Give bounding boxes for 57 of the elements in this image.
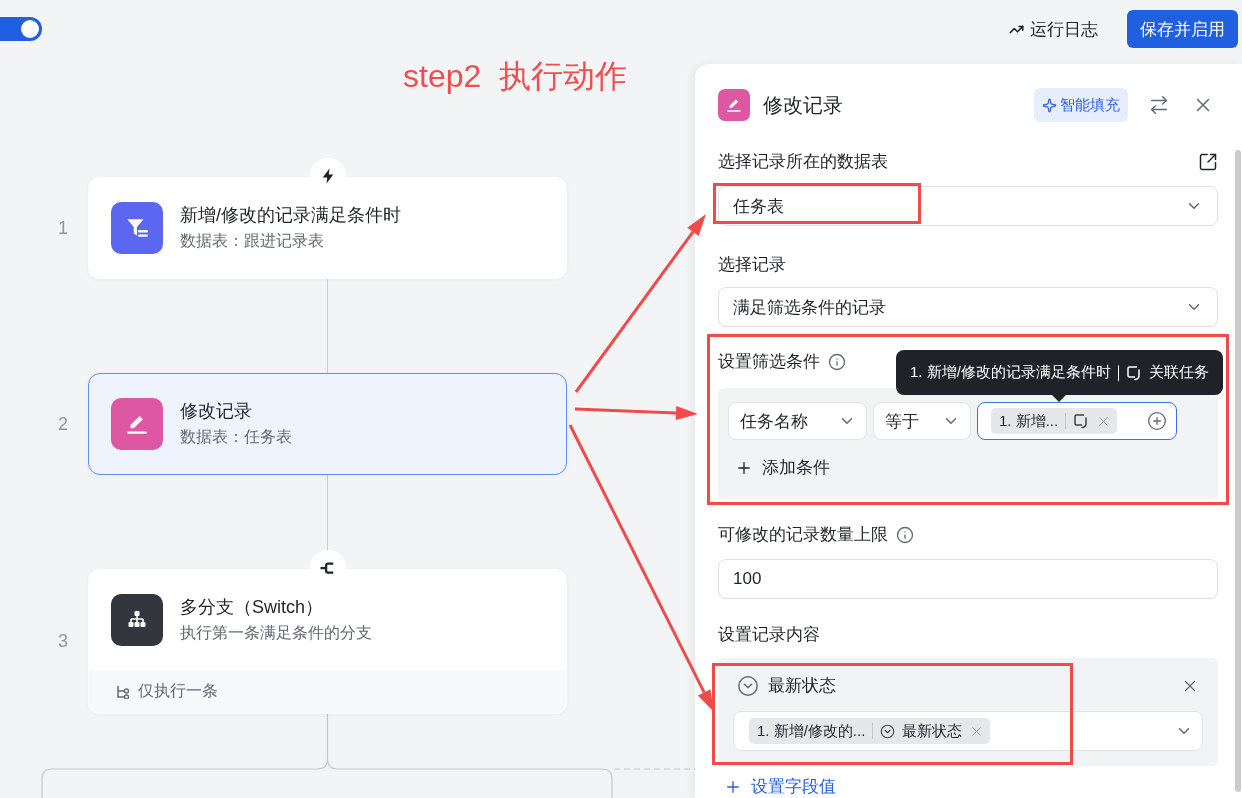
field-value-select[interactable]: 1. 新增/修改的... 最新状态 xyxy=(733,711,1203,751)
pencil-icon xyxy=(718,89,750,121)
filter-icon xyxy=(111,202,163,254)
save-enable-button[interactable]: 保存并启用 xyxy=(1127,10,1238,48)
step-card[interactable]: 新增/修改的记录满足条件时 数据表：跟进记录表 xyxy=(88,177,567,279)
step-title: 修改记录 xyxy=(180,400,253,423)
condition-field-select[interactable]: 任务名称 xyxy=(728,402,867,440)
step-card[interactable]: 修改记录 数据表：任务表 xyxy=(88,373,567,475)
circle-chevron-icon xyxy=(880,723,896,739)
enable-switch[interactable] xyxy=(0,17,42,41)
field-label: 选择记录 xyxy=(718,254,786,276)
panel-title: 修改记录 xyxy=(763,92,843,118)
step-subtitle: 执行第一条满足条件的分支 xyxy=(180,623,372,643)
field-label: 设置记录内容 xyxy=(718,624,820,646)
table-select[interactable]: 任务表 xyxy=(718,186,1218,226)
footer-label: 仅执行一条 xyxy=(138,681,218,701)
plus-icon xyxy=(724,778,742,796)
add-circle-icon[interactable] xyxy=(1147,411,1167,431)
link-icon xyxy=(1125,364,1142,381)
field-label: 设置筛选条件 xyxy=(718,351,820,373)
step-subtitle: 数据表：任务表 xyxy=(180,427,292,447)
sitemap-icon xyxy=(111,594,163,646)
tag-text: 最新状态 xyxy=(902,721,963,741)
link-icon xyxy=(1073,413,1090,429)
add-condition-button[interactable]: 添加条件 xyxy=(728,456,830,480)
step-number: 3 xyxy=(58,631,68,652)
annotation-title: step2 执行动作 xyxy=(403,58,628,94)
scrollbar-thumb[interactable] xyxy=(1235,150,1241,792)
step-subtitle: 数据表：跟进记录表 xyxy=(180,231,325,251)
field-label: 选择记录所在的数据表 xyxy=(718,151,888,173)
add-field-value-button[interactable]: 设置字段值 xyxy=(718,778,836,796)
step-number: 1 xyxy=(58,217,68,239)
tooltip-text: 关联任务 xyxy=(1148,363,1209,382)
condition-value-field[interactable]: 1. 新增... xyxy=(977,402,1177,440)
pencil-icon xyxy=(111,398,163,450)
info-icon[interactable] xyxy=(896,526,914,544)
condition-operator-select[interactable]: 等于 xyxy=(873,402,971,440)
step-card[interactable]: 多分支（Switch） 执行第一条满足条件的分支 仅执行一条 xyxy=(88,569,567,714)
step-title: 多分支（Switch） xyxy=(180,596,324,619)
branch-icon xyxy=(116,684,130,699)
run-log-button[interactable]: 运行日志 xyxy=(1009,17,1098,41)
tooltip-text: 1. 新增/修改的记录满足条件时 xyxy=(910,363,1111,382)
field-name: 最新状态 xyxy=(768,675,836,697)
smart-fill-button[interactable]: 智能填充 xyxy=(1034,88,1128,122)
field-label: 可修改的记录数量上限 xyxy=(718,524,888,546)
record-select[interactable]: 满足筛选条件的记录 xyxy=(718,287,1218,327)
tag-text: 1. 新增... xyxy=(999,411,1059,431)
plus-icon xyxy=(735,459,753,477)
sparkle-icon xyxy=(1042,97,1057,113)
step-number: 2 xyxy=(58,413,68,435)
swap-icon[interactable] xyxy=(1148,94,1170,116)
info-icon[interactable] xyxy=(828,353,846,371)
tag-text: 1. 新增/修改的... xyxy=(757,721,866,741)
step-title: 新增/修改的记录满足条件时 xyxy=(180,204,401,227)
circle-chevron-icon xyxy=(737,675,759,697)
external-link-icon[interactable] xyxy=(1198,152,1218,172)
limit-input[interactable]: 100 xyxy=(718,559,1218,599)
